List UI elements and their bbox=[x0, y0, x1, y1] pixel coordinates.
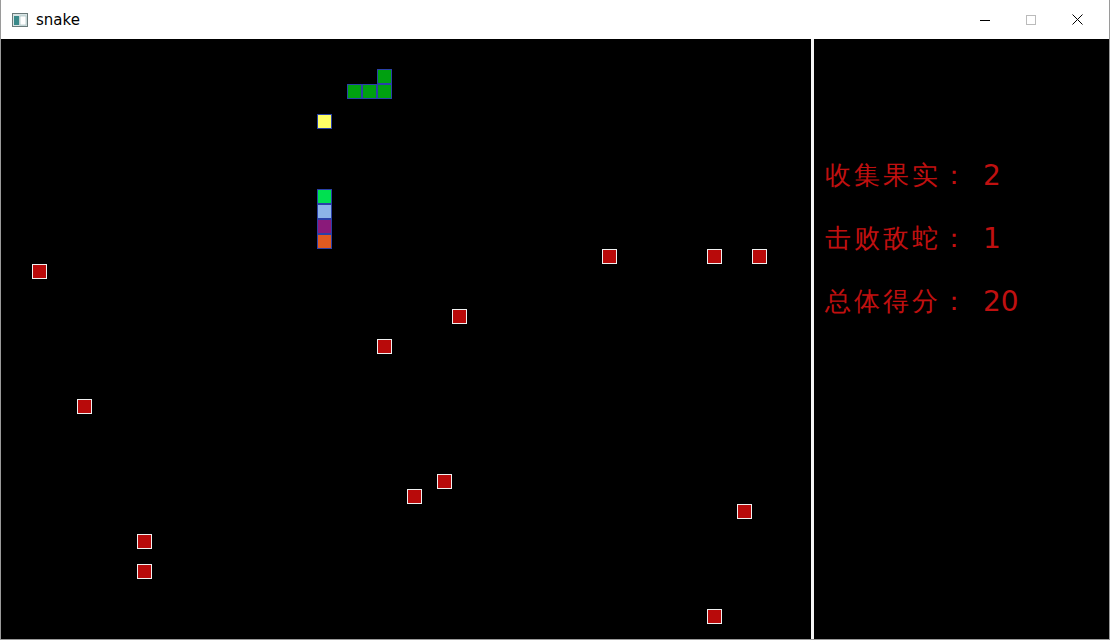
fruit bbox=[707, 249, 722, 264]
piece-fill bbox=[438, 475, 451, 488]
piece-fill bbox=[33, 265, 46, 278]
piece-fill bbox=[318, 115, 331, 128]
piece-fill bbox=[603, 250, 616, 263]
maximize-button[interactable] bbox=[1008, 1, 1054, 39]
fruit bbox=[452, 309, 467, 324]
piece-fill bbox=[753, 250, 766, 263]
enemy-snake-segment bbox=[362, 84, 377, 99]
title-bar: snake bbox=[1, 0, 1109, 39]
piece-fill bbox=[318, 205, 331, 218]
piece-fill bbox=[408, 490, 421, 503]
window-title: snake bbox=[36, 11, 962, 29]
fruit bbox=[377, 339, 392, 354]
piece-fill bbox=[318, 220, 331, 233]
piece-fill bbox=[363, 85, 376, 98]
enemy-snake-segment bbox=[377, 69, 392, 84]
stat-label: 击败敌蛇： bbox=[825, 221, 983, 256]
fruit bbox=[752, 249, 767, 264]
piece-fill bbox=[378, 340, 391, 353]
maximize-icon bbox=[1026, 15, 1036, 25]
stat-value: 1 bbox=[983, 222, 1001, 255]
game-board[interactable] bbox=[1, 39, 811, 639]
fruit bbox=[32, 264, 47, 279]
piece-fill bbox=[138, 535, 151, 548]
fruit bbox=[737, 504, 752, 519]
bonus-item bbox=[317, 114, 332, 129]
fruit bbox=[407, 489, 422, 504]
piece-fill bbox=[453, 310, 466, 323]
score-panel: 收集果实：2击败敌蛇：1总体得分：20 bbox=[814, 39, 1109, 639]
piece-fill bbox=[318, 235, 331, 248]
fruit bbox=[707, 609, 722, 624]
fruit bbox=[137, 564, 152, 579]
stat-label: 收集果实： bbox=[825, 158, 983, 193]
game-window: snake 收集果实：2击败敌蛇：1总体得分：20 bbox=[0, 0, 1110, 640]
stat-value: 20 bbox=[983, 285, 1019, 318]
player-snake-segment bbox=[317, 204, 332, 219]
fruit bbox=[602, 249, 617, 264]
player-snake-segment bbox=[317, 234, 332, 249]
close-button[interactable] bbox=[1054, 1, 1100, 39]
piece-fill bbox=[78, 400, 91, 413]
piece-fill bbox=[138, 565, 151, 578]
enemy-snake-segment bbox=[347, 84, 362, 99]
stat-value: 2 bbox=[983, 159, 1001, 192]
piece-fill bbox=[708, 610, 721, 623]
player-snake-segment bbox=[317, 219, 332, 234]
stat-row: 总体得分：20 bbox=[825, 270, 1109, 333]
player-snake-segment bbox=[317, 189, 332, 204]
app-icon bbox=[12, 12, 28, 28]
fruit bbox=[77, 399, 92, 414]
fruit bbox=[137, 534, 152, 549]
piece-fill bbox=[708, 250, 721, 263]
stat-row: 击败敌蛇：1 bbox=[825, 207, 1109, 270]
minimize-icon bbox=[980, 15, 990, 25]
stat-label: 总体得分： bbox=[825, 284, 983, 319]
piece-fill bbox=[318, 190, 331, 203]
enemy-snake-segment bbox=[377, 84, 392, 99]
piece-fill bbox=[378, 70, 391, 83]
fruit bbox=[437, 474, 452, 489]
piece-fill bbox=[348, 85, 361, 98]
close-icon bbox=[1072, 14, 1083, 25]
stat-row: 收集果实：2 bbox=[825, 144, 1109, 207]
minimize-button[interactable] bbox=[962, 1, 1008, 39]
piece-fill bbox=[738, 505, 751, 518]
piece-fill bbox=[378, 85, 391, 98]
